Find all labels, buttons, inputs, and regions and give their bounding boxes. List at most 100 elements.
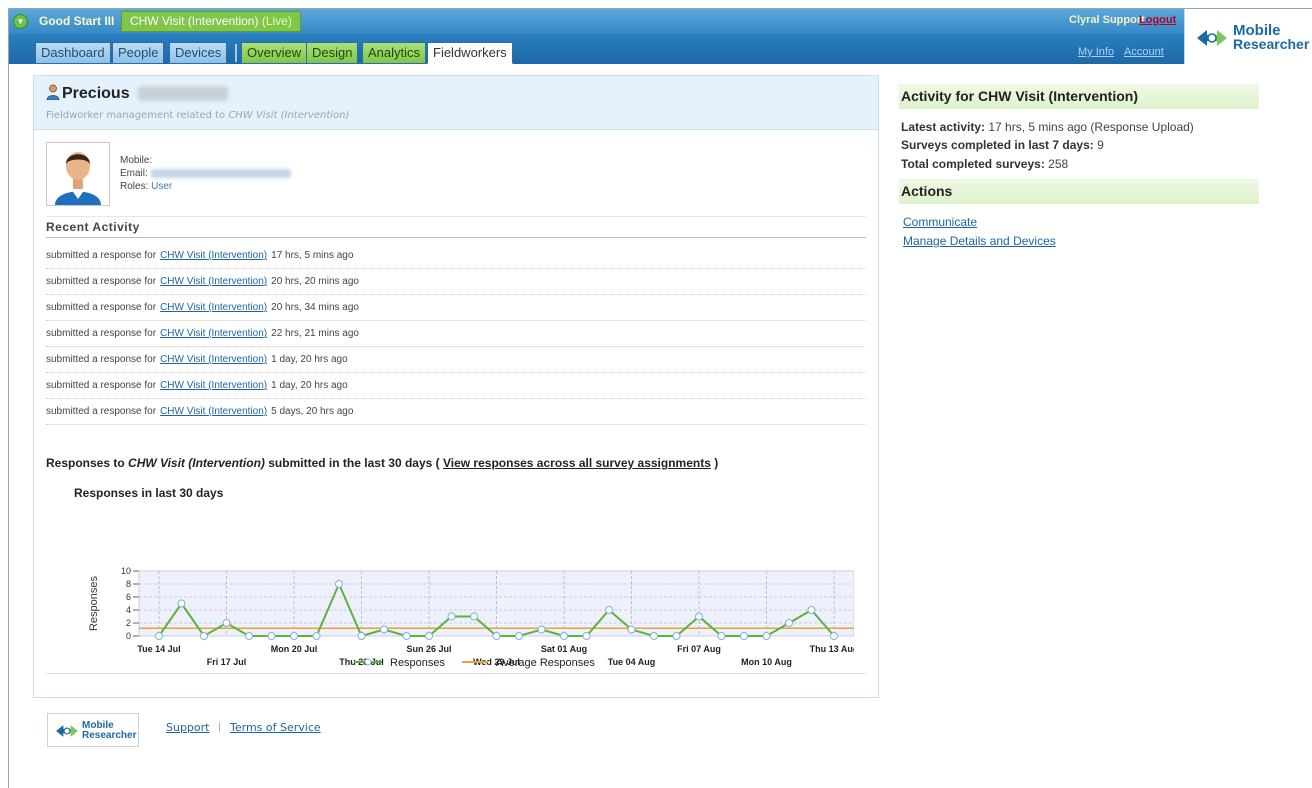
x-tick-label: Mon 20 Jul (271, 644, 318, 654)
user-avatar-icon (55, 152, 101, 205)
activity-row: submitted a response for CHW Visit (Inter… (46, 347, 866, 373)
fieldworker-panel: Precious Fieldworker management related … (33, 75, 879, 698)
data-point (335, 580, 343, 588)
data-point (357, 632, 366, 640)
email-line: Email: (120, 168, 291, 179)
activity-survey-link[interactable]: CHW Visit (Intervention) (160, 380, 267, 391)
data-point (470, 612, 478, 621)
data-point (582, 632, 591, 640)
x-tick-label: Tue 14 Jul (137, 644, 180, 654)
latest-activity: Latest activity: 17 hrs, 5 mins ago (Res… (901, 120, 1194, 134)
avatar (46, 142, 110, 206)
top-bar: ▼ Good Start III CHW Visit (Intervention… (9, 9, 1184, 34)
data-point (267, 632, 276, 640)
activity-prefix: submitted a response for (46, 328, 157, 339)
responses-prefix: Responses to (46, 456, 129, 470)
email-label: Email: (120, 168, 148, 179)
weekly-surveys: Surveys completed in last 7 days: 9 (901, 138, 1104, 152)
data-point (312, 632, 321, 640)
footer-separator: | (218, 721, 221, 733)
data-point (560, 632, 568, 640)
legend-responses-label: Responses (390, 657, 446, 669)
data-point (695, 612, 703, 621)
total-surveys: Total completed surveys: 258 (901, 157, 1068, 171)
activity-prefix: submitted a response for (46, 406, 157, 417)
mobile-line: Mobile: (120, 155, 152, 166)
data-point (605, 606, 613, 614)
logo-line-2: Researcher (1233, 36, 1310, 52)
tab-separator (235, 44, 237, 62)
x-tick-label: Sun 26 Jul (406, 644, 451, 654)
tab-devices[interactable]: Devices (169, 42, 228, 64)
activity-survey-link[interactable]: CHW Visit (Intervention) (160, 250, 267, 261)
x-tick-label: Sat 01 Aug (541, 644, 587, 654)
tab-design[interactable]: Design (306, 42, 359, 64)
divider (46, 673, 866, 674)
panel-subtitle: Fieldworker management related to CHW Vi… (46, 110, 349, 121)
weekly-surveys-label: Surveys completed in last 7 days: (901, 138, 1094, 152)
activity-time: 20 hrs, 34 mins ago (271, 302, 359, 313)
roles-label: Roles: (120, 181, 149, 192)
project-name[interactable]: Good Start III (39, 14, 114, 28)
data-point (627, 625, 636, 634)
activity-prefix: submitted a response for (46, 302, 157, 313)
footer-logo[interactable]: Mobile Researcher (47, 713, 139, 747)
tab-overview[interactable]: Overview (241, 42, 308, 64)
roles-value: User (151, 181, 173, 192)
total-surveys-label: Total completed surveys: (901, 157, 1045, 171)
latest-activity-value: 17 hrs, 5 mins ago (Response Upload) (985, 120, 1194, 134)
activity-survey-link[interactable]: CHW Visit (Intervention) (160, 276, 267, 287)
activity-prefix: submitted a response for (46, 276, 157, 287)
tab-fieldworkers[interactable]: Fieldworkers (427, 42, 513, 64)
my-info-link[interactable]: My Info (1078, 46, 1114, 58)
tab-dashboard[interactable]: Dashboard (35, 42, 111, 64)
latest-activity-label: Latest activity: (901, 120, 986, 134)
footer-logo-line-2: Researcher (82, 730, 137, 741)
responses-survey: CHW Visit (Intervention) (128, 456, 265, 470)
manage-details-link[interactable]: Manage Details and Devices (903, 234, 1056, 248)
logout-link[interactable]: Logout (1139, 14, 1176, 26)
view-all-responses-link[interactable]: View responses across all survey assignm… (443, 456, 711, 470)
activity-row: submitted a response for CHW Visit (Inter… (46, 321, 866, 347)
researcher-logo-icon (56, 725, 78, 737)
responses-chart: 0 2 4 6 8 10 Tue 14 Jul Fri 17 Jul Mon 20 Jul Thu… (88, 566, 854, 669)
app-frame: ▼ Good Start III CHW Visit (Intervention… (8, 8, 1312, 788)
account-link[interactable]: Account (1124, 46, 1164, 58)
y-tick-label: 4 (126, 605, 131, 615)
redacted-surname (138, 86, 228, 101)
activity-survey-link[interactable]: CHW Visit (Intervention) (160, 302, 267, 313)
panel-header: Precious Fieldworker management related … (34, 76, 878, 130)
support-link[interactable]: Support (166, 721, 209, 734)
data-point (380, 625, 388, 634)
activity-time: 1 day, 20 hrs ago (271, 380, 348, 391)
data-point (492, 632, 501, 640)
x-tick-label: Fri 07 Aug (677, 644, 721, 654)
data-point (740, 632, 748, 640)
activity-survey-link[interactable]: CHW Visit (Intervention) (160, 328, 267, 339)
actions-section-title: Actions (899, 179, 1259, 204)
activity-time: 1 day, 20 hrs ago (271, 354, 348, 365)
activity-survey-link[interactable]: CHW Visit (Intervention) (160, 354, 267, 365)
subtitle-text: Fieldworker management related to (46, 110, 229, 121)
project-menu-chevron-icon[interactable]: ▼ (13, 14, 28, 29)
responses-heading: Responses to CHW Visit (Intervention) su… (46, 456, 718, 470)
survey-status: (Live) (261, 14, 292, 28)
tab-analytics[interactable]: Analytics (362, 42, 427, 64)
activity-survey-link[interactable]: CHW Visit (Intervention) (160, 406, 267, 417)
activity-prefix: submitted a response for (46, 354, 157, 365)
total-surveys-value: 258 (1044, 157, 1069, 171)
data-point (785, 619, 793, 627)
data-point (807, 606, 816, 614)
activity-row: submitted a response for CHW Visit (Inter… (46, 373, 866, 399)
activity-list: submitted a response for CHW Visit (Inter… (46, 243, 866, 425)
mobile-label: Mobile: (120, 155, 153, 166)
communicate-link[interactable]: Communicate (903, 215, 977, 229)
data-point (762, 632, 771, 640)
x-tick-label: Fri 17 Jul (207, 657, 247, 667)
tab-people[interactable]: People (112, 42, 165, 64)
brand-logo[interactable]: Mobile Researcher (1184, 9, 1312, 64)
data-point (177, 599, 186, 608)
survey-selector[interactable]: CHW Visit (Intervention) (Live) (121, 11, 301, 32)
data-point (830, 632, 838, 640)
terms-of-service-link[interactable]: Terms of Service (230, 721, 321, 734)
